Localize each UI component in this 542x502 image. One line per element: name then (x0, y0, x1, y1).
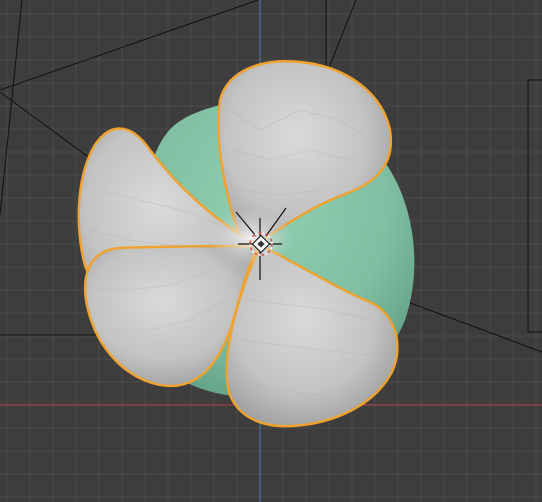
viewport-canvas[interactable] (0, 0, 542, 502)
camera-frame (527, 79, 542, 333)
3d-viewport[interactable] (0, 0, 542, 502)
